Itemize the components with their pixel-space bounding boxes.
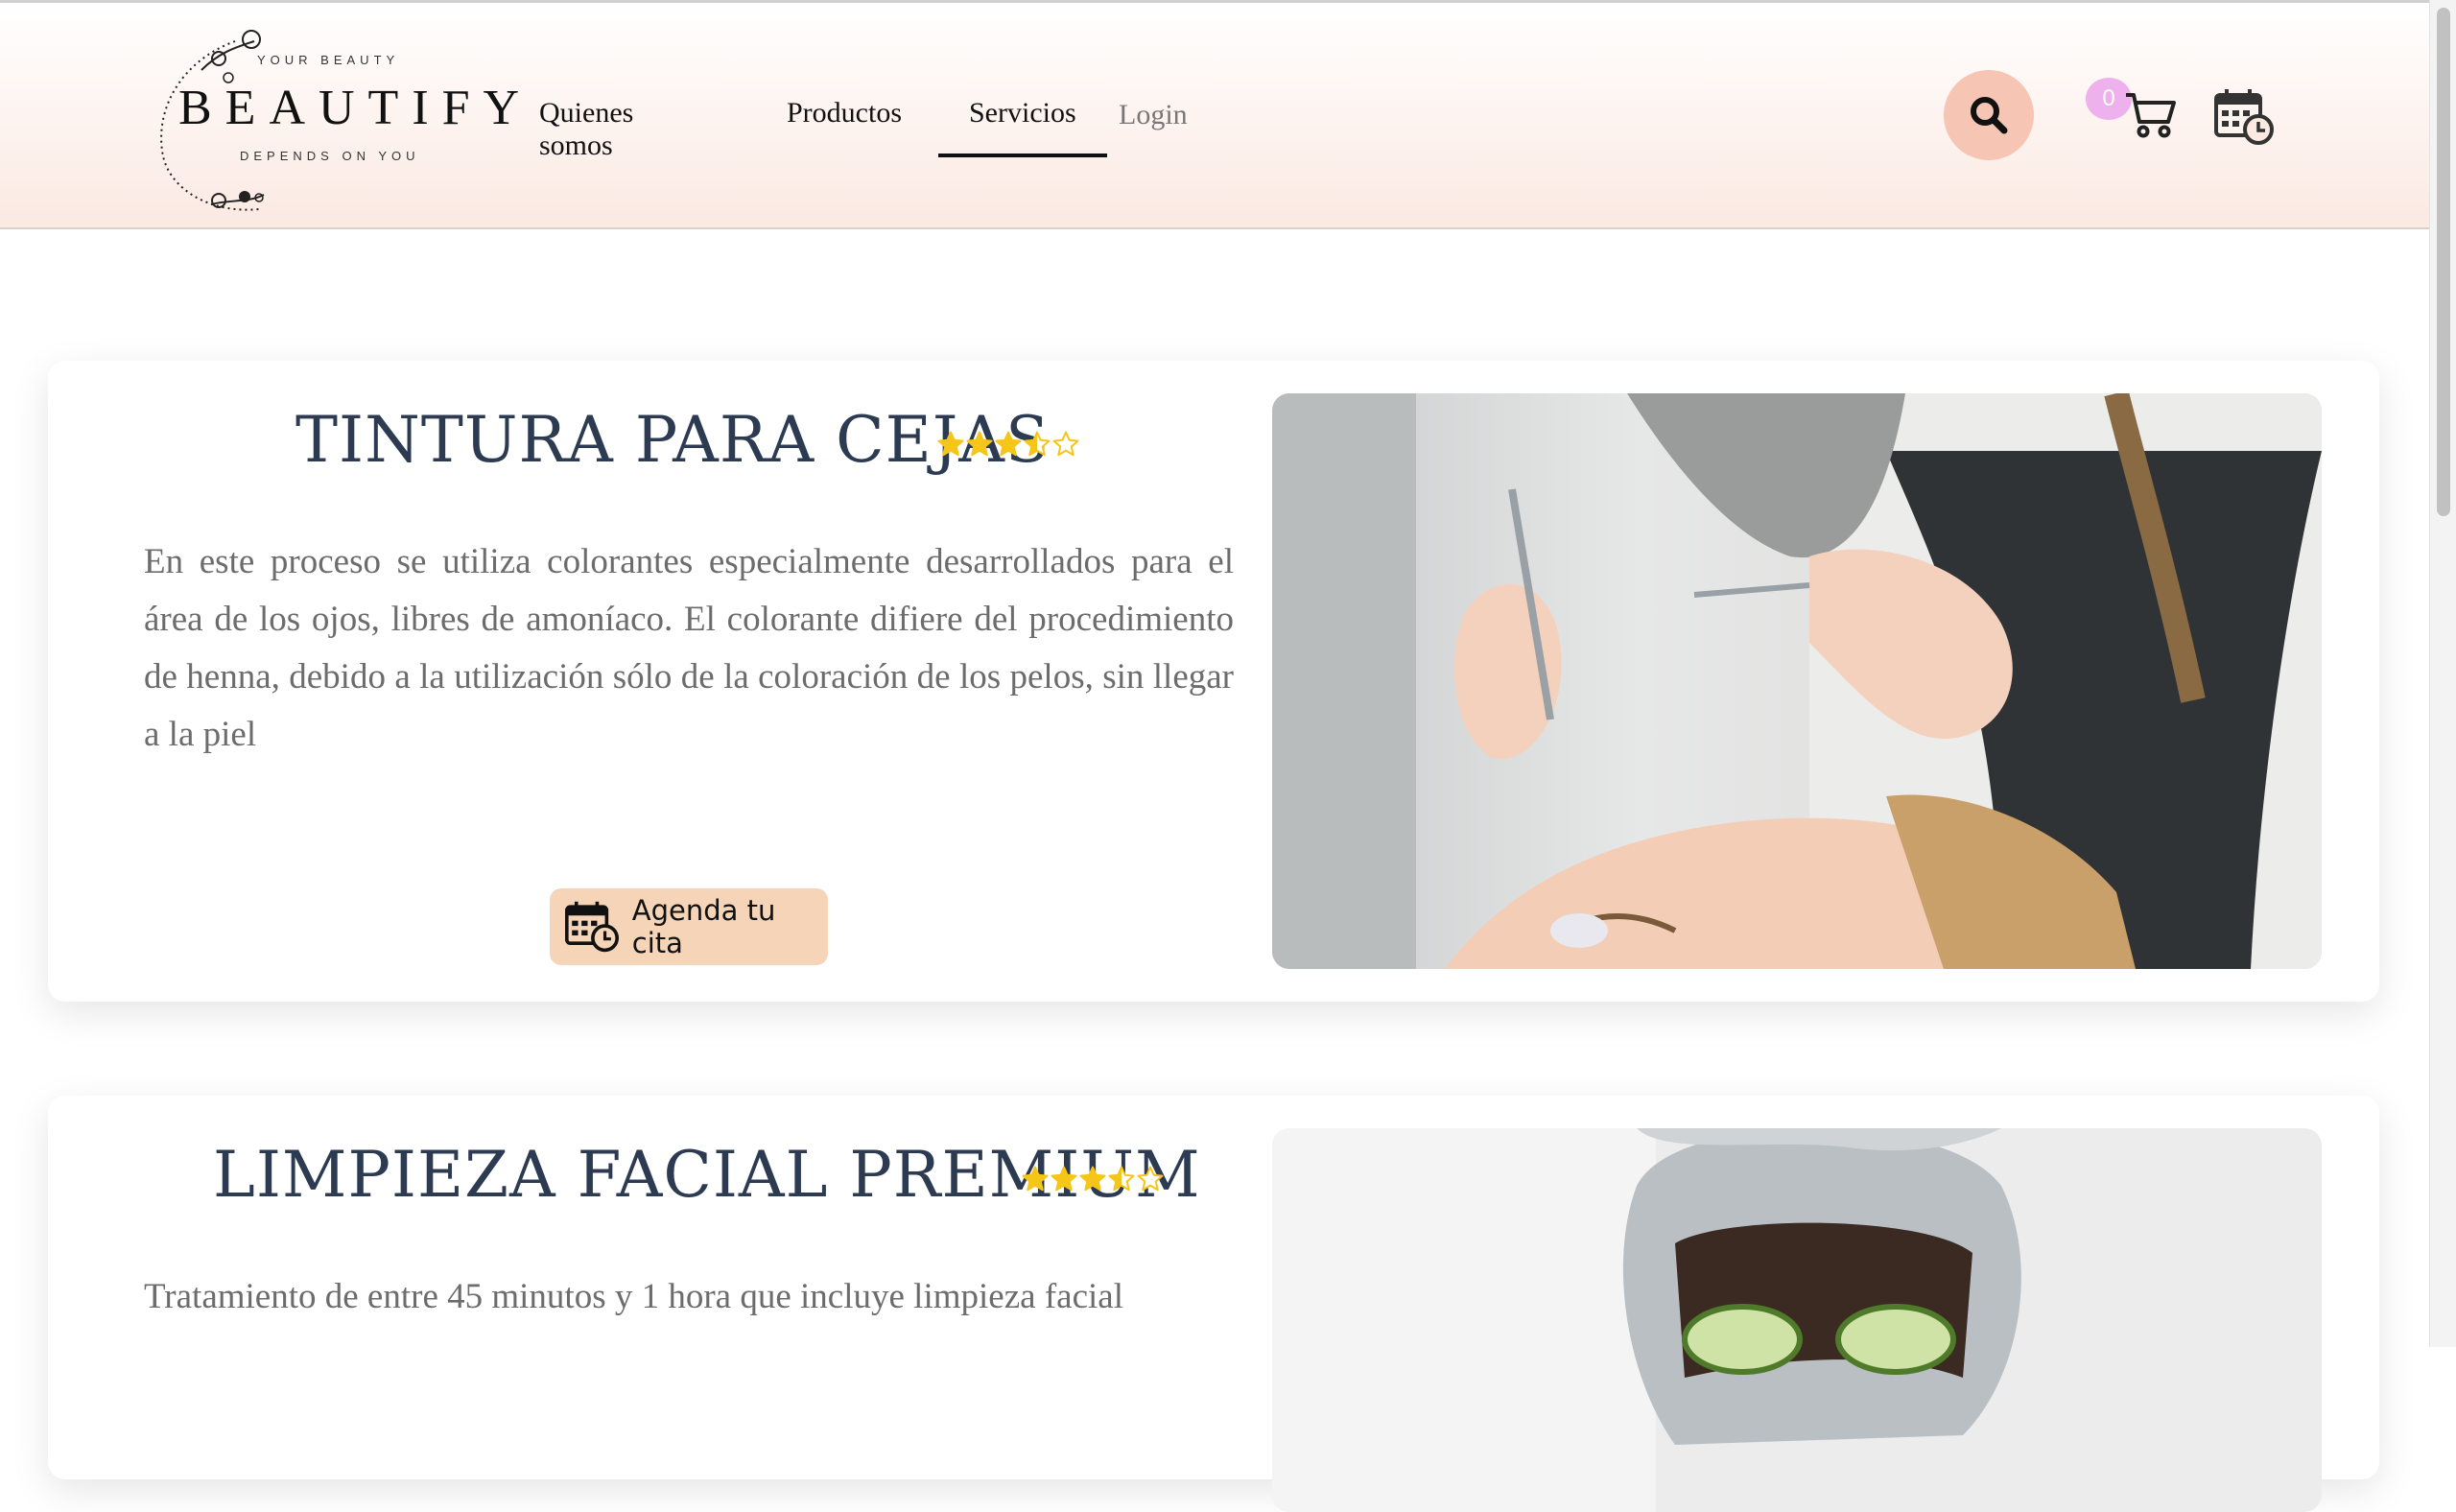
service-photo-facial xyxy=(1272,1128,2322,1512)
search-button[interactable] xyxy=(1944,70,2034,160)
service-card: TINTURA PARA CEJAS En este proceso se ut… xyxy=(48,361,2379,1002)
site-header: YOUR BEAUTY BEAUTIFY DEPENDS ON YOU Quie… xyxy=(0,3,2429,229)
appointments-button[interactable] xyxy=(2214,87,2276,152)
nav-active-indicator xyxy=(938,154,1107,157)
star-icon xyxy=(1051,430,1080,463)
service-description: En este proceso se utiliza colorantes es… xyxy=(144,542,1234,754)
logo-wordmark: BEAUTIFY xyxy=(178,81,533,135)
search-icon xyxy=(1971,97,2008,134)
star-icon xyxy=(994,430,1023,463)
service-photo-eyebrow-tint xyxy=(1272,393,2322,969)
beautify-logo[interactable]: YOUR BEAUTY BEAUTIFY DEPENDS ON YOU xyxy=(144,22,519,219)
star-icon xyxy=(1021,1165,1050,1198)
star-icon xyxy=(1078,1165,1107,1198)
service-card: LIMPIEZA FACIAL PREMIUM Tratamiento de e… xyxy=(48,1096,2379,1512)
book-appointment-label: Agenda tu cita xyxy=(631,894,776,959)
calendar-clock-icon xyxy=(565,901,619,953)
facial-mask-photo xyxy=(1272,1128,2322,1512)
nav-productos[interactable]: Productos xyxy=(787,97,902,130)
star-icon xyxy=(965,430,994,463)
book-appointment-button[interactable]: Agenda tu cita xyxy=(550,888,828,965)
cart-icon xyxy=(2126,93,2176,138)
cart-button[interactable]: 0 xyxy=(2086,78,2178,145)
calendar-clock-icon xyxy=(2214,89,2274,145)
logo-tagline-bottom: DEPENDS ON YOU xyxy=(240,149,420,163)
eyebrow-tint-photo xyxy=(1272,393,2322,969)
nav-login[interactable]: Login xyxy=(1119,99,1188,131)
logo-tagline-top: YOUR BEAUTY xyxy=(257,53,400,67)
page-scrollbar[interactable] xyxy=(2429,0,2456,1347)
nav-servicios[interactable]: Servicios xyxy=(969,97,1076,130)
rating-stars xyxy=(1021,1165,1165,1198)
star-icon xyxy=(1136,1165,1165,1198)
scrollbar-thumb[interactable] xyxy=(2437,8,2450,516)
star-icon xyxy=(1023,430,1051,463)
service-description: Tratamiento de entre 45 minutos y 1 hora… xyxy=(144,1277,1123,1316)
star-icon xyxy=(1050,1165,1078,1198)
rating-stars xyxy=(936,430,1080,463)
nav-quienes-somos[interactable]: Quienes somos xyxy=(539,97,633,162)
star-icon xyxy=(1107,1165,1136,1198)
star-icon xyxy=(936,430,965,463)
